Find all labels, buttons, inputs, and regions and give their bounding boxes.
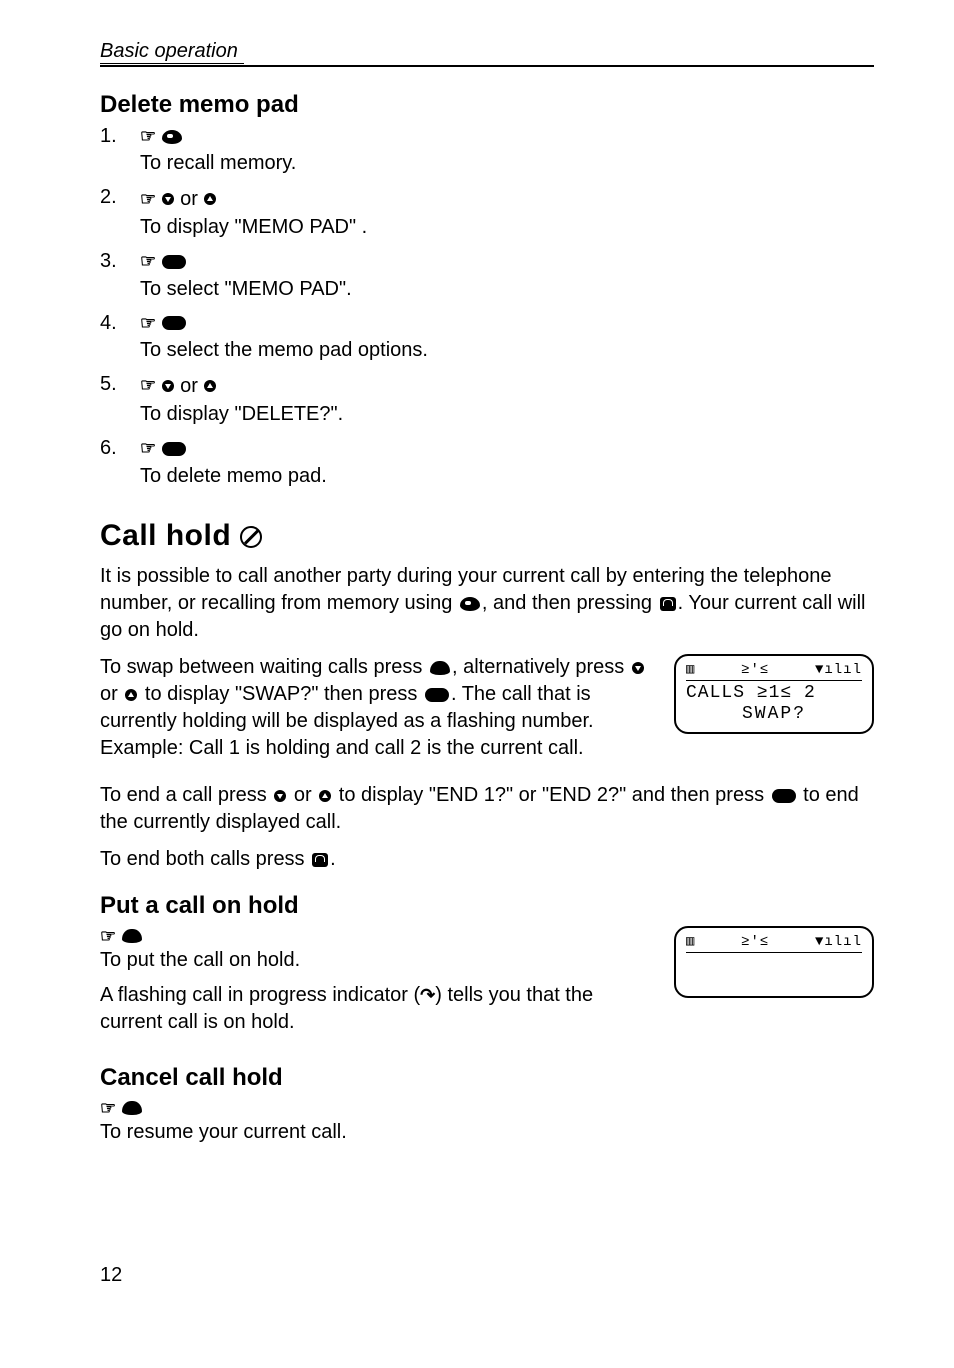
press-icon: ☞: [140, 437, 156, 460]
press-icon: ☞: [140, 374, 156, 397]
cancel-hold-desc: To resume your current call.: [100, 1121, 874, 1144]
memory-key-icon: [460, 597, 480, 611]
lcd-hold-display: ▥ ≥'≤ ▼ılıl: [674, 926, 874, 998]
step3-icons: ☞: [140, 250, 352, 273]
step4-icons: ☞: [140, 312, 428, 335]
or-text: or: [180, 373, 198, 399]
press-icon: ☞: [100, 926, 116, 947]
signal-icon: ▼ılıl: [815, 934, 862, 950]
down-key-icon: [274, 790, 286, 802]
heading-put-hold: Put a call on hold: [100, 892, 874, 920]
heading-cancel-hold: Cancel call hold: [100, 1064, 874, 1092]
ok-key-icon: [162, 442, 186, 456]
up-key-icon: [204, 380, 216, 392]
up-key-icon: [125, 689, 137, 701]
call-hold-para3: To end a call press or to display "END 1…: [100, 782, 874, 836]
step5-desc: To display "DELETE?".: [140, 401, 343, 427]
step5-icons: ☞ or: [140, 373, 343, 399]
page-number: 12: [100, 1264, 874, 1287]
battery-icon: ▥: [686, 934, 695, 950]
ok-key-icon: [425, 688, 449, 702]
put-hold-icons: ☞: [100, 926, 658, 947]
up-key-icon: [319, 790, 331, 802]
ok-key-icon: [162, 255, 186, 269]
down-key-icon: [632, 662, 644, 674]
step1-icons: ☞: [140, 125, 296, 148]
step2-desc: To display "MEMO PAD" .: [140, 214, 367, 240]
call-hold-para2: To swap between waiting calls press , al…: [100, 654, 658, 762]
running-header: Basic operation: [100, 40, 244, 64]
put-hold-desc: To put the call on hold.: [100, 949, 658, 972]
put-hold-para: A flashing call in progress indicator (↷…: [100, 982, 658, 1036]
status-mid: ≥'≤: [741, 662, 769, 678]
step6-desc: To delete memo pad.: [140, 463, 327, 489]
press-icon: ☞: [140, 250, 156, 273]
call-hold-title: Call hold: [100, 519, 231, 552]
swap-row: To swap between waiting calls press , al…: [100, 654, 874, 772]
call-hold-para4: To end both calls press .: [100, 846, 874, 873]
memory-key-icon: [162, 130, 182, 144]
step3-desc: To select "MEMO PAD".: [140, 276, 352, 302]
down-key-icon: [162, 193, 174, 205]
page-header-rule: Basic operation: [100, 40, 874, 67]
heading-delete-memo: Delete memo pad: [100, 91, 874, 119]
step4-desc: To select the memo pad options.: [140, 337, 428, 363]
manual-page: Basic operation Delete memo pad ☞ To rec…: [0, 0, 954, 1327]
delete-memo-steps: ☞ To recall memory. ☞ or To display "MEM…: [100, 125, 874, 489]
end-key-icon: [312, 853, 328, 867]
step1-desc: To recall memory.: [140, 150, 296, 176]
heading-call-hold: Call hold: [100, 519, 874, 553]
call-hold-para1: It is possible to call another party dur…: [100, 563, 874, 644]
ok-key-icon: [772, 789, 796, 803]
cancel-hold-icons: ☞: [100, 1098, 874, 1119]
lcd-line2: SWAP?: [686, 704, 862, 725]
network-feature-icon: [240, 526, 262, 548]
hold-key-icon: [430, 661, 450, 675]
call-progress-icon: ↷: [420, 983, 435, 1007]
up-key-icon: [204, 193, 216, 205]
or-text: or: [180, 186, 198, 212]
press-icon: ☞: [140, 312, 156, 335]
press-icon: ☞: [140, 188, 156, 211]
lcd-line1: CALLS ≥1≤ 2: [686, 683, 862, 704]
put-hold-row: ☞ To put the call on hold. A flashing ca…: [100, 926, 874, 1046]
send-key-icon: [660, 597, 676, 611]
lcd-swap-display: ▥ ≥'≤ ▼ılıl CALLS ≥1≤ 2 SWAP?: [674, 654, 874, 734]
step6-icons: ☞: [140, 437, 327, 460]
step2-icons: ☞ or: [140, 186, 367, 212]
battery-icon: ▥: [686, 662, 695, 678]
status-mid: ≥'≤: [741, 934, 769, 950]
press-icon: ☞: [140, 125, 156, 148]
press-icon: ☞: [100, 1098, 116, 1119]
ok-key-icon: [162, 316, 186, 330]
hold-key-icon: [122, 929, 142, 943]
hold-key-icon: [122, 1101, 142, 1115]
down-key-icon: [162, 380, 174, 392]
signal-icon: ▼ılıl: [815, 662, 862, 678]
